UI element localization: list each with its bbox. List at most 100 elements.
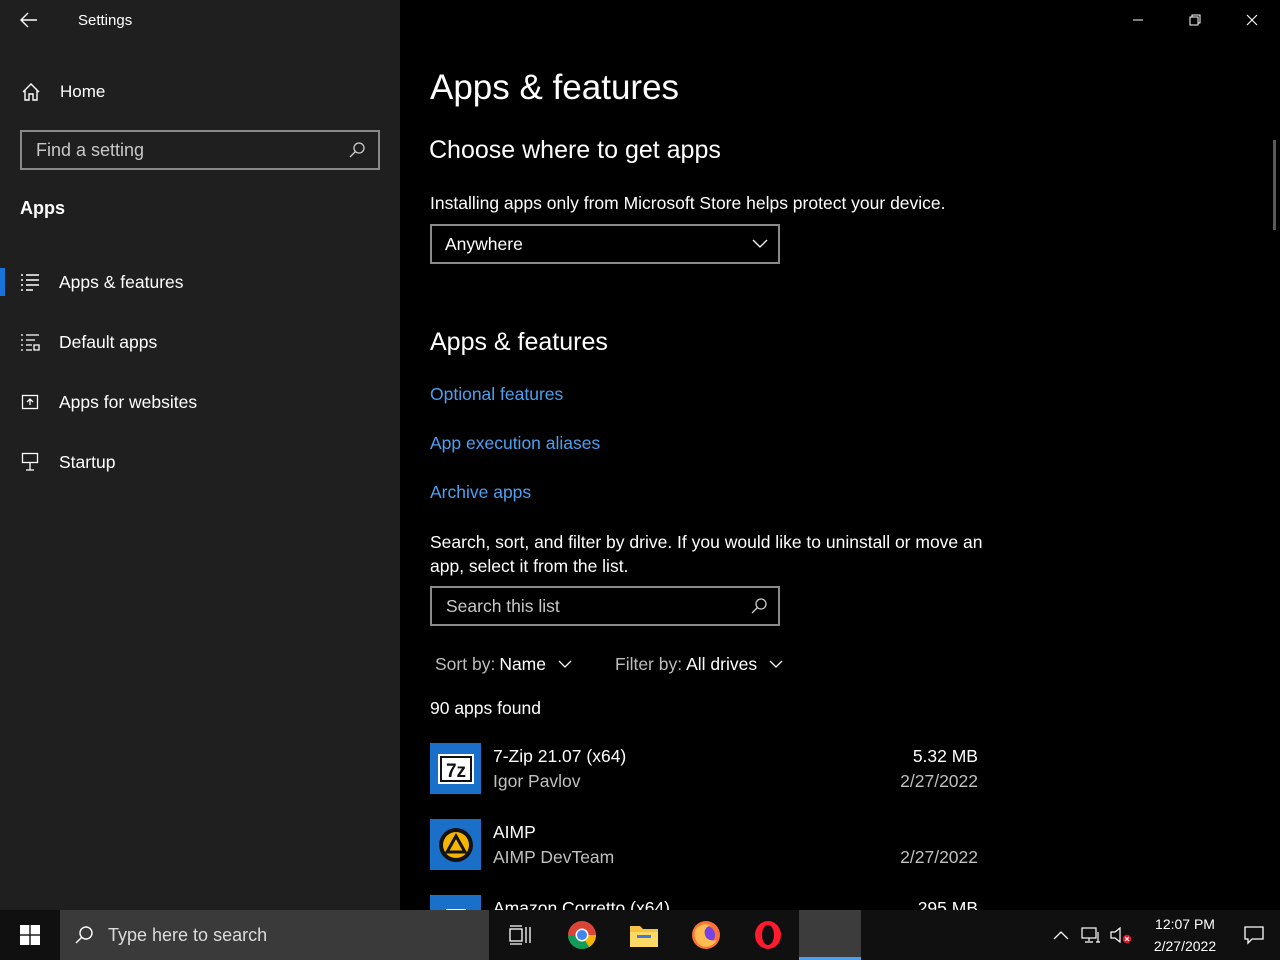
home-icon [0, 82, 60, 102]
app-publisher: AIMP DevTeam [493, 847, 615, 867]
filter-label: Filter by: [615, 654, 683, 674]
show-hidden-icons-button[interactable] [1046, 910, 1076, 960]
start-button[interactable] [0, 910, 60, 960]
back-button[interactable] [0, 0, 58, 40]
restore-icon [1189, 14, 1200, 26]
chevron-down-icon [558, 660, 572, 668]
search-icon [75, 926, 93, 944]
firefox-icon [692, 921, 720, 949]
page-title: Apps & features [430, 68, 680, 107]
apps-list-description: Search, sort, and filter by drive. If yo… [430, 532, 983, 576]
chrome-icon [568, 921, 596, 949]
app-execution-aliases-link[interactable]: App execution aliases [430, 433, 600, 454]
sidebar-item-apps-for-websites[interactable]: Apps for websites [0, 378, 400, 426]
sidebar-item-home-label: Home [60, 82, 106, 101]
taskbar-search-input[interactable] [108, 924, 448, 946]
app-source-dropdown-value: Anywhere [445, 233, 523, 254]
sidebar-item-label: Default apps [59, 331, 158, 352]
notification-icon [1244, 926, 1264, 945]
app-date: 2/27/2022 [900, 771, 978, 791]
open-in-app-icon [0, 393, 59, 411]
filter-value: All drives [686, 654, 758, 674]
app-list-item[interactable]: AIMP AIMP DevTeam 2/27/2022 [430, 819, 980, 889]
list-icon [0, 273, 59, 291]
window-title: Settings [78, 11, 133, 29]
corretto-icon [430, 895, 481, 910]
app-source-dropdown[interactable]: Anywhere [430, 224, 780, 264]
chevron-down-icon [769, 660, 783, 668]
chrome-taskbar-button[interactable] [551, 910, 613, 960]
app-name: 7-Zip 21.07 (x64) [493, 746, 627, 766]
app-size: 5.32 MB [912, 746, 978, 766]
sidebar-item-home[interactable]: Home [0, 70, 400, 114]
opera-icon [755, 921, 781, 949]
sidebar-item-apps-features[interactable]: Apps & features [0, 258, 400, 306]
app-list-item[interactable]: Amazon Corretto (x64) 295 MB [430, 895, 980, 910]
scrollbar-thumb[interactable] [1273, 140, 1276, 230]
sidebar-item-startup[interactable]: Startup [0, 438, 400, 486]
task-view-button[interactable] [489, 910, 551, 960]
app-publisher: Igor Pavlov [493, 771, 581, 791]
sidebar-item-label: Startup [59, 451, 116, 472]
sidebar-item-default-apps[interactable]: Default apps [0, 318, 400, 366]
aimp-icon [430, 819, 481, 870]
file-explorer-taskbar-button[interactable] [613, 910, 675, 960]
sidebar-item-label: Apps & features [59, 271, 184, 292]
find-setting-search-box[interactable] [20, 130, 380, 170]
sort-label: Sort by: [435, 654, 496, 674]
search-list-box[interactable] [430, 586, 780, 626]
apps-count: 90 apps found [430, 698, 541, 718]
close-button[interactable] [1223, 0, 1280, 40]
sidebar: Settings Home Apps Apps & features Defau… [0, 0, 400, 910]
optional-features-link[interactable]: Optional features [430, 384, 563, 405]
taskbar-search-box[interactable] [60, 910, 489, 960]
app-name: AIMP [493, 822, 536, 842]
action-center-button[interactable] [1228, 910, 1280, 960]
folder-icon [630, 926, 658, 947]
chevron-down-icon [752, 239, 768, 248]
sidebar-item-label: Apps for websites [59, 391, 198, 412]
window-controls [1109, 0, 1280, 40]
volume-muted-icon [1110, 926, 1132, 944]
task-view-icon [509, 925, 531, 945]
network-button[interactable] [1076, 910, 1106, 960]
choose-where-description: Installing apps only from Microsoft Stor… [430, 193, 946, 213]
filter-dropdown[interactable]: Filter by: All drives [615, 654, 783, 675]
taskbar: 12:07 PM 2/27/2022 [0, 910, 1280, 960]
clock-date: 2/27/2022 [1153, 938, 1217, 954]
back-arrow-icon [20, 12, 37, 28]
startup-icon [0, 452, 59, 472]
minimize-icon [1132, 19, 1143, 21]
search-list-input[interactable] [446, 595, 726, 617]
choose-where-heading: Choose where to get apps [429, 136, 721, 164]
sort-value: Name [499, 654, 546, 674]
close-icon [1246, 14, 1257, 26]
windows-logo-icon [20, 925, 40, 945]
7zip-icon: 7z [430, 743, 481, 794]
clock-time: 12:07 PM [1155, 916, 1215, 932]
archive-apps-link[interactable]: Archive apps [430, 482, 531, 503]
search-icon [349, 142, 365, 158]
app-name: Amazon Corretto (x64) [493, 898, 671, 910]
firefox-taskbar-button[interactable] [675, 910, 737, 960]
volume-button[interactable] [1106, 910, 1136, 960]
system-tray: 12:07 PM 2/27/2022 [1046, 910, 1280, 960]
app-size: 295 MB [917, 898, 978, 910]
app-date: 2/27/2022 [900, 847, 978, 867]
find-setting-input[interactable] [36, 139, 326, 161]
settings-taskbar-button[interactable] [799, 910, 861, 960]
opera-taskbar-button[interactable] [737, 910, 799, 960]
search-icon [751, 598, 767, 614]
network-icon [1081, 927, 1100, 943]
sort-dropdown[interactable]: Sort by: Name [435, 654, 572, 675]
chevron-up-icon [1053, 931, 1069, 940]
title-bar: Settings [0, 0, 400, 40]
default-apps-icon [0, 333, 59, 351]
sidebar-section-label: Apps [20, 198, 65, 218]
app-list-item[interactable]: 7z 7-Zip 21.07 (x64) Igor Pavlov 5.32 MB… [430, 743, 980, 813]
minimize-button[interactable] [1109, 0, 1166, 40]
svg-text:7z: 7z [445, 761, 465, 782]
restore-button[interactable] [1166, 0, 1223, 40]
main-content: Apps & features Choose where to get apps… [400, 0, 1280, 910]
taskbar-clock[interactable]: 12:07 PM 2/27/2022 [1142, 913, 1228, 957]
